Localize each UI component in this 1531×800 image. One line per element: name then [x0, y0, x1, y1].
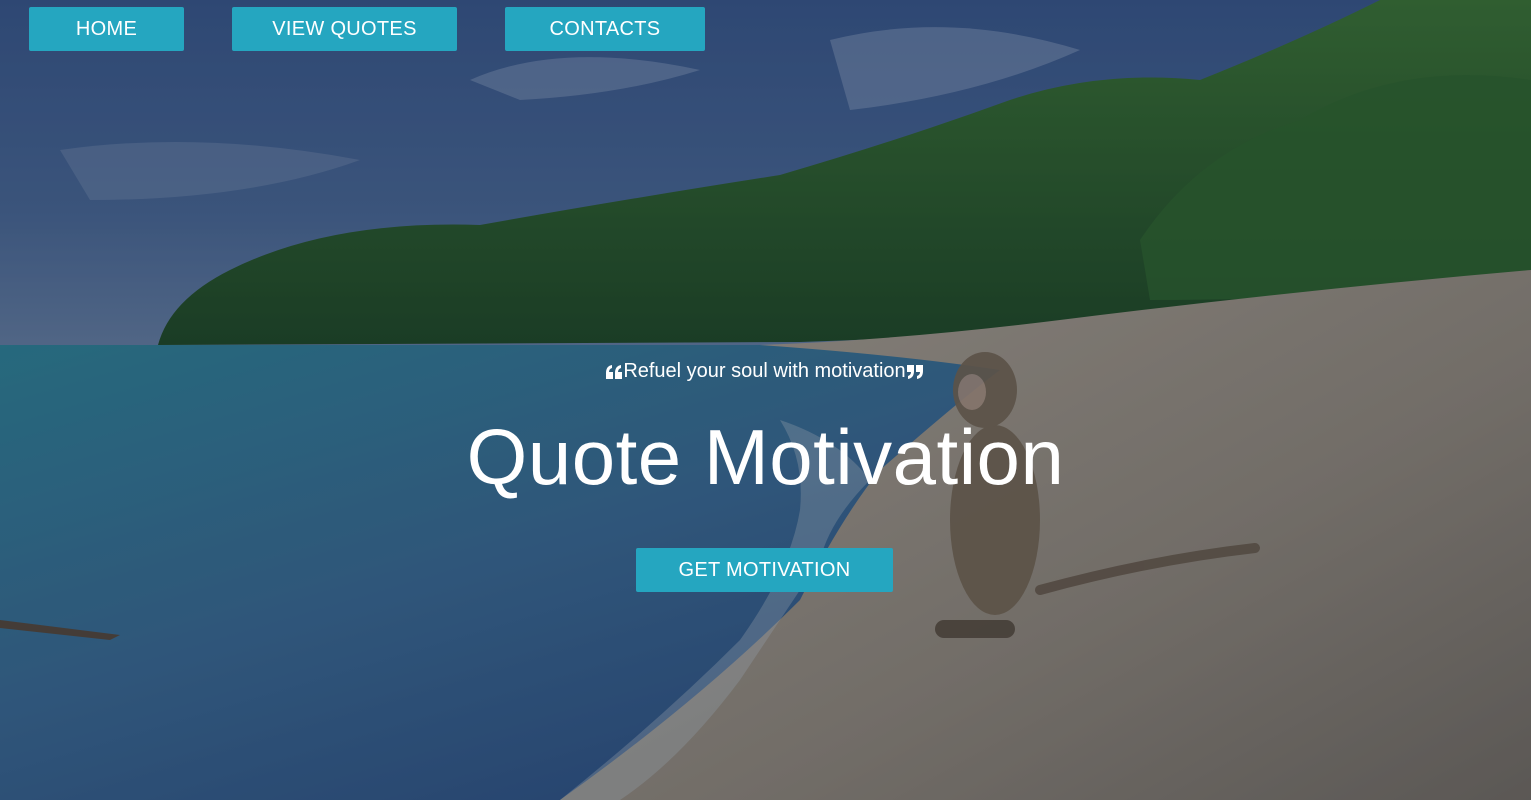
nav-contacts-button[interactable]: CONTACTS: [505, 7, 705, 51]
open-quote-icon: [606, 364, 623, 379]
nav-view-quotes-button[interactable]: VIEW QUOTES: [232, 7, 457, 51]
nav-home-button[interactable]: HOME: [29, 7, 184, 51]
hero-section: HOME VIEW QUOTES CONTACTS Refuel your so…: [0, 0, 1531, 800]
tagline: Refuel your soul with motivation: [0, 360, 1531, 383]
tagline-text: Refuel your soul with motivation: [623, 360, 906, 382]
get-motivation-button[interactable]: GET MOTIVATION: [636, 548, 893, 592]
dark-overlay: [0, 0, 1531, 800]
close-quote-icon: [906, 364, 923, 379]
page-title: Quote Motivation: [466, 413, 1065, 501]
